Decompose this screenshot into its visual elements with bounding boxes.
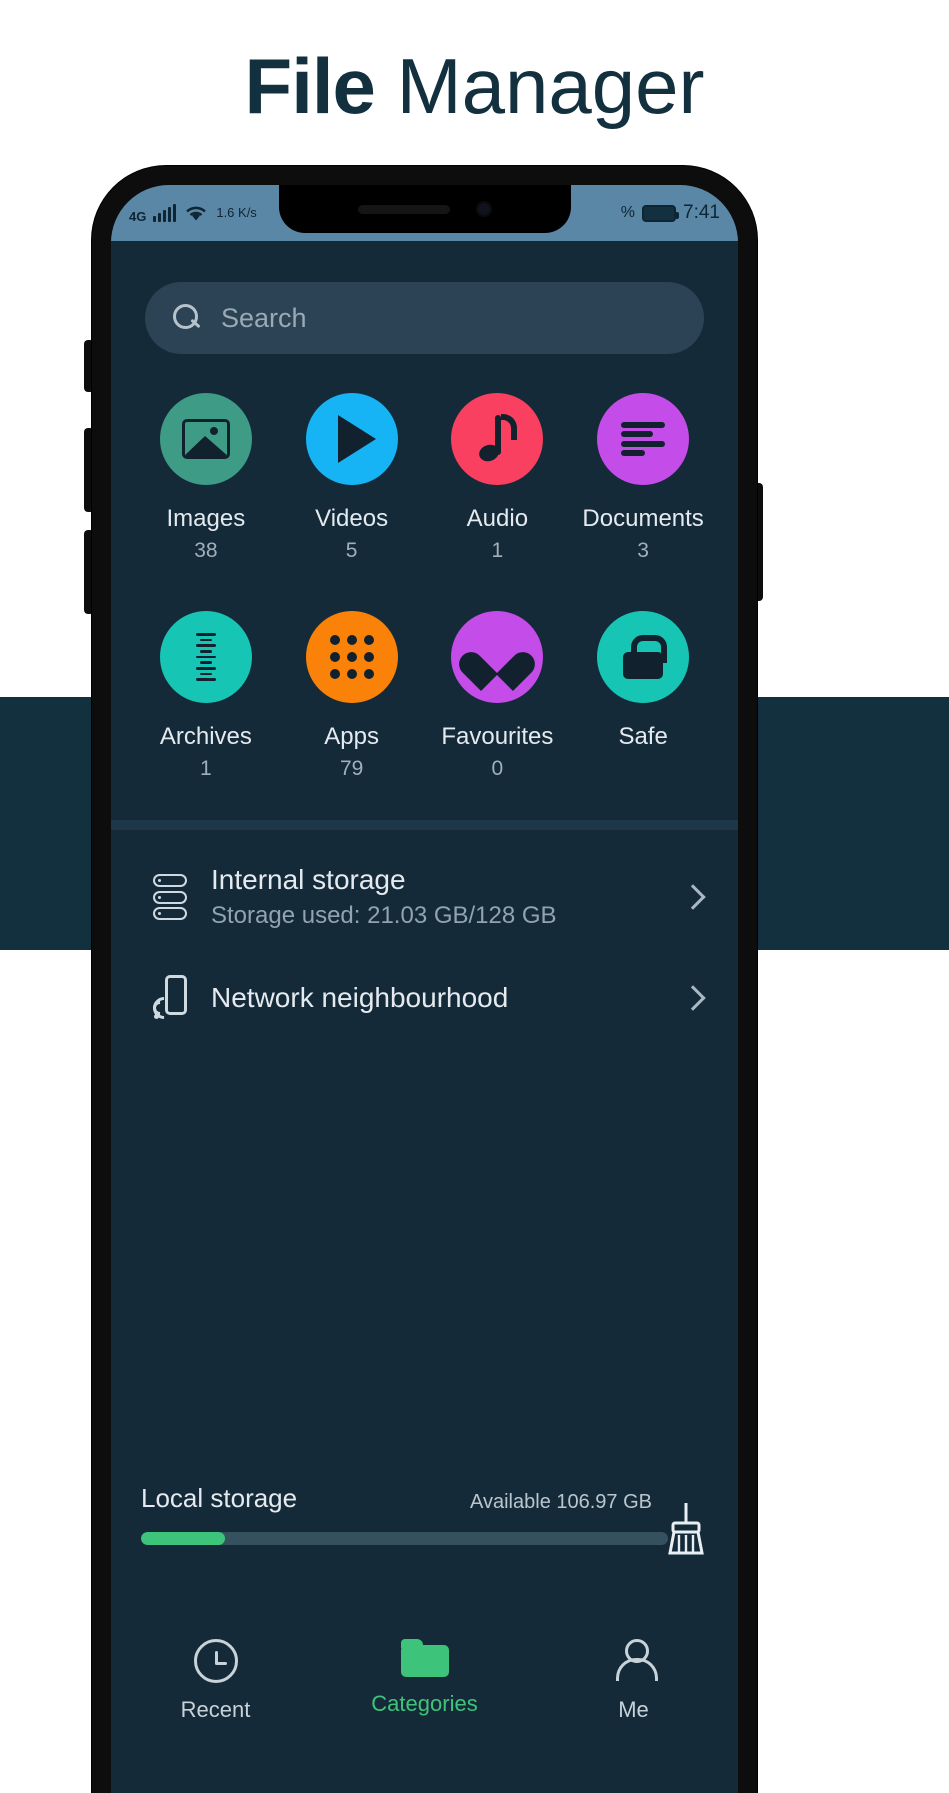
category-count: 1: [491, 539, 504, 562]
battery-percent-symbol: %: [620, 204, 636, 221]
category-label: Audio: [466, 505, 529, 532]
category-count: 3: [637, 539, 649, 562]
category-label: Favourites: [441, 723, 554, 750]
network-device-icon: [141, 975, 199, 1024]
data-rate-label: 1.6 K/s: [216, 205, 257, 220]
search-input[interactable]: Search: [221, 303, 307, 334]
person-icon: [614, 1639, 658, 1683]
page-title-bold: File: [244, 42, 376, 130]
category-count: 38: [194, 539, 218, 562]
storage-row-text: Internal storage Storage used: 21.03 GB/…: [199, 864, 684, 930]
category-item-archives[interactable]: Archives 1: [133, 611, 279, 781]
wifi-icon: [186, 206, 207, 221]
category-icon-circle: [451, 611, 544, 703]
apps-grid-icon: [329, 635, 374, 679]
storage-row-subtitle: Storage used: 21.03 GB/128 GB: [211, 902, 557, 929]
local-storage-section: Local storage Available 106.97 GB: [111, 1483, 738, 1555]
category-count: 79: [339, 757, 364, 780]
category-label: Documents: [582, 505, 704, 532]
earpiece-speaker: [357, 204, 450, 214]
phone-screen: 4G 1.6 K/s % 7:41 Search Images 38 Video…: [111, 185, 738, 1793]
heart-icon: [474, 636, 520, 678]
lock-icon: [623, 635, 668, 679]
category-item-apps[interactable]: Apps 79: [279, 611, 425, 781]
folder-icon: [400, 1639, 449, 1677]
nav-item-categories[interactable]: Categories: [320, 1613, 529, 1793]
page-root: File Manager 4G 1.6 K/s % 7:41 Search Im…: [0, 0, 949, 1793]
signal-bars-icon: [153, 204, 177, 222]
search-icon: [173, 304, 201, 332]
category-label: Videos: [315, 505, 389, 532]
local-storage-available: Available 106.97 GB: [470, 1491, 652, 1513]
page-title-light: Manager: [396, 42, 705, 130]
category-item-videos[interactable]: Videos 5: [279, 393, 425, 563]
category-label: Images: [166, 505, 246, 532]
image-icon: [181, 419, 230, 459]
server-stack-icon: [141, 874, 199, 920]
category-count: 5: [345, 539, 358, 562]
status-bar-right: % 7:41: [621, 202, 720, 224]
storage-row-network[interactable]: Network neighbourhood: [111, 956, 738, 1040]
nav-label: Recent: [180, 1697, 251, 1722]
storage-row-title: Network neighbourhood: [211, 982, 509, 1013]
storage-row-text: Network neighbourhood: [199, 982, 684, 1014]
category-label: Archives: [159, 723, 252, 750]
chevron-right-icon[interactable]: [680, 884, 706, 910]
local-storage-header: Local storage Available 106.97 GB: [141, 1483, 708, 1514]
battery-icon: [642, 204, 680, 222]
page-title: File Manager: [0, 34, 949, 138]
storage-row-internal[interactable]: Internal storage Storage used: 21.03 GB/…: [111, 850, 738, 944]
category-icon-circle: [597, 393, 690, 485]
category-item-favourites[interactable]: Favourites 0: [425, 611, 571, 781]
category-icon-circle: [159, 611, 252, 703]
category-label: Safe: [618, 723, 668, 750]
broom-icon[interactable]: [660, 1499, 712, 1557]
category-item-safe[interactable]: Safe: [570, 611, 716, 781]
play-icon: [337, 415, 376, 463]
music-note-icon: [475, 414, 519, 463]
local-storage-progress-fill: [141, 1532, 226, 1545]
status-bar-left: 4G 1.6 K/s: [129, 202, 257, 224]
nav-label: Categories: [371, 1691, 478, 1716]
clock-icon: [193, 1639, 238, 1683]
category-icon-circle: [305, 611, 398, 703]
category-icon-circle: [159, 393, 252, 485]
category-item-images[interactable]: Images 38: [133, 393, 279, 563]
app-content: Search Images 38 Videos 5 Audio 1 Docume…: [111, 241, 738, 1793]
category-count: 0: [491, 757, 504, 780]
chevron-right-icon[interactable]: [680, 985, 706, 1011]
nav-label: Me: [618, 1697, 649, 1722]
nav-item-me[interactable]: Me: [529, 1613, 738, 1793]
nav-item-recent[interactable]: Recent: [111, 1613, 320, 1793]
category-icon-circle: [597, 611, 690, 703]
category-item-audio[interactable]: Audio 1: [425, 393, 571, 563]
notch: [278, 185, 571, 233]
section-divider: [111, 820, 738, 830]
category-label: Apps: [324, 723, 379, 750]
phone-frame: 4G 1.6 K/s % 7:41 Search Images 38 Video…: [92, 166, 757, 1793]
front-camera: [475, 201, 492, 217]
document-lines-icon: [621, 422, 666, 456]
bottom-nav: Recent Categories Me: [111, 1613, 738, 1793]
network-type-label: 4G: [129, 209, 147, 224]
local-storage-progress-track: [141, 1532, 668, 1545]
category-item-documents[interactable]: Documents 3: [570, 393, 716, 563]
storage-row-title: Internal storage: [211, 864, 406, 895]
archive-icon: [195, 633, 217, 682]
search-bar[interactable]: Search: [145, 282, 704, 354]
category-count: 1: [200, 757, 212, 780]
local-storage-label: Local storage: [141, 1483, 298, 1513]
clock-label: 7:41: [683, 202, 720, 223]
category-icon-circle: [305, 393, 398, 485]
category-grid: Images 38 Videos 5 Audio 1 Documents 3 A…: [133, 393, 716, 781]
category-icon-circle: [451, 393, 544, 485]
